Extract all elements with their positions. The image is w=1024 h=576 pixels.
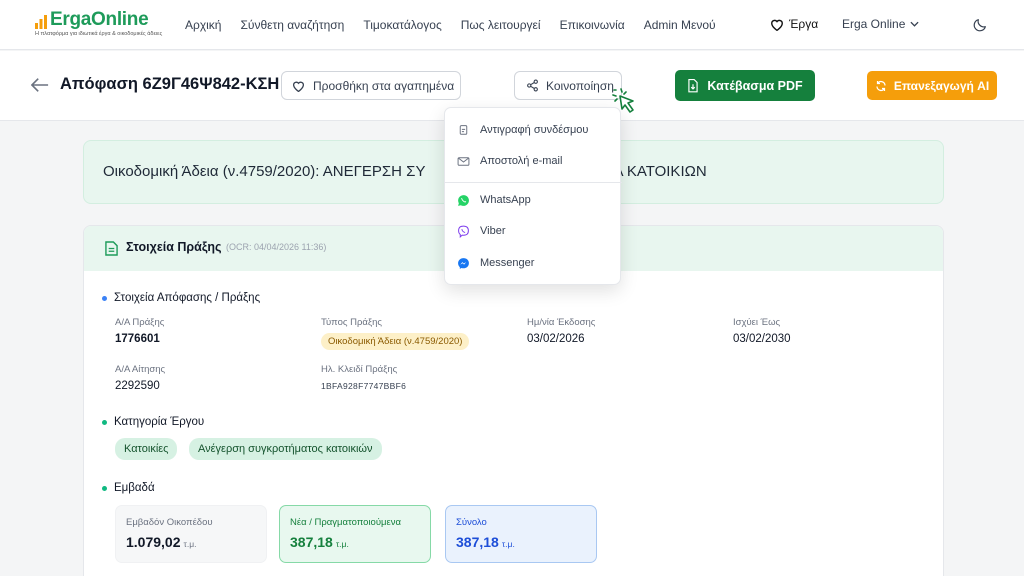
heart-icon [771, 19, 783, 31]
document-icon [105, 241, 118, 256]
refresh-icon [876, 80, 886, 91]
category-chip: Κατοικίες [115, 438, 178, 460]
messenger-icon [458, 257, 469, 269]
logo-bars-icon [35, 15, 47, 29]
area-value: 387,18 τ.μ. [290, 534, 420, 550]
section-dot [102, 295, 107, 301]
aa-praxis-label: Α/Α Πράξης [115, 317, 165, 328]
share-menu: Αντιγραφή συνδέσμου Αποστολή e-mail What… [444, 107, 622, 285]
area-plot-box: Εμβαδόν Οικοπέδου 1.079,02 τ.μ. [115, 505, 267, 563]
area-value: 387,18 τ.μ. [456, 534, 586, 550]
page-title: Απόφαση 6Ζ9Γ46Ψ842-ΚΣΗ [60, 75, 280, 93]
download-pdf-button[interactable]: Κατέβασμα PDF [675, 70, 815, 101]
menu-item-label: Messenger [480, 257, 535, 269]
issue-date-value: 03/02/2026 [527, 333, 585, 345]
pdf-label: Κατέβασμα PDF [707, 78, 803, 93]
copy-link-icon [459, 124, 468, 135]
menu-item-label: Αποστολή e-mail [480, 155, 563, 167]
menu-item-label: Viber [480, 225, 506, 237]
share-menu-item-messenger[interactable]: Messenger [445, 248, 622, 278]
nav-link-contact[interactable]: Επικοινωνία [560, 18, 625, 32]
section-category-title: Κατηγορία Έργου [102, 416, 204, 428]
section-decision-title: Στοιχεία Απόφασης / Πράξης [102, 292, 260, 304]
nav-link-erga[interactable]: Έργα [770, 17, 818, 31]
area-number: 387,18 [456, 534, 499, 550]
file-download-icon [688, 78, 699, 92]
area-label: Εμβαδόν Οικοπέδου [126, 517, 213, 528]
area-label: Νέα / Πραγματοποιούμενα [290, 517, 401, 528]
valid-until-label: Ισχύει Έως [733, 317, 781, 328]
banner-text-tail: Α ΚΑΤΟΙΚΙΩΝ [613, 163, 707, 180]
brand-logo[interactable]: ErgaOnline Η πλατφόρμα για ιδιωτικά έργα… [35, 9, 165, 41]
share-label: Κοινοποίηση [546, 78, 614, 93]
nav-link-home[interactable]: Αρχική [185, 18, 221, 32]
menu-item-label: Αντιγραφή συνδέσμου [480, 124, 589, 136]
share-icon [527, 79, 538, 92]
section-dot [102, 419, 107, 425]
area-label: Σύνολο [456, 517, 487, 528]
menu-divider [445, 182, 622, 183]
aa-praxis-value: 1776601 [115, 333, 160, 345]
typos-label: Τύπος Πράξης [321, 317, 382, 328]
viber-icon [458, 225, 469, 238]
brand-name: ErgaOnline [50, 9, 149, 30]
section-decision-label: Στοιχεία Απόφασης / Πράξης [114, 292, 261, 304]
category-chip: Ανέγερση συγκροτήματος κατοικιών [189, 438, 382, 460]
whatsapp-icon [458, 194, 469, 206]
area-number: 1.079,02 [126, 534, 181, 550]
key-value: 1BFA928F7747BBF6 [321, 381, 407, 391]
organization-select[interactable]: Erga Online [842, 17, 919, 31]
banner-text-head: Οικοδομική Άδεια (ν.4759/2020): ΑΝΕΓΕΡΣΗ… [103, 163, 426, 180]
nav-link-advanced-search[interactable]: Σύνθετη αναζήτηση [240, 18, 344, 32]
area-new-box: Νέα / Πραγματοποιούμενα 387,18 τ.μ. [279, 505, 431, 563]
erga-label: Έργα [789, 17, 819, 31]
brand-tagline: Η πλατφόρμα για ιδιωτικά έργα & οικοδομι… [35, 31, 163, 37]
nav-link-admin[interactable]: Admin Μενού [644, 18, 716, 32]
area-unit: τ.μ. [335, 539, 349, 549]
main-menu: Αρχική Σύνθετη αναζήτηση Τιμοκατάλογος Π… [185, 0, 735, 50]
area-unit: τ.μ. [183, 539, 197, 549]
share-menu-item-email[interactable]: Αποστολή e-mail [445, 146, 622, 176]
card-title: Στοιχεία Πράξης [126, 240, 222, 254]
top-navigation: ErgaOnline Η πλατφόρμα για ιδιωτικά έργα… [0, 0, 1024, 50]
issue-date-label: Ημ/νία Έκδοσης [527, 317, 596, 328]
key-label: Ηλ. Κλειδί Πράξης [321, 364, 398, 375]
back-arrow-icon[interactable] [31, 77, 49, 93]
section-dot [102, 485, 107, 491]
re-extract-ai-button[interactable]: Επανεξαγωγή AI [867, 71, 997, 100]
org-label: Erga Online [842, 17, 906, 31]
mail-icon [457, 156, 470, 166]
valid-until-value: 03/02/2030 [733, 333, 791, 345]
share-menu-item-viber[interactable]: Viber [445, 216, 622, 246]
menu-item-label: WhatsApp [480, 194, 531, 206]
section-areas-title: Εμβαδά [102, 482, 155, 494]
chevron-down-icon [910, 21, 919, 27]
section-areas-label: Εμβαδά [114, 482, 155, 494]
area-value: 1.079,02 τ.μ. [126, 534, 256, 550]
share-button[interactable]: Κοινοποίηση [514, 71, 622, 100]
pointer-cursor-icon [612, 88, 634, 113]
area-number: 387,18 [290, 534, 333, 550]
ai-label: Επανεξαγωγή AI [893, 78, 990, 93]
aa-aitisis-value: 2292590 [115, 380, 160, 392]
heart-icon [292, 81, 305, 92]
typos-badge: Οικοδομική Άδεια (ν.4759/2020) [321, 333, 470, 350]
add-to-favorites-button[interactable]: Προσθήκη στα αγαπημένα [281, 71, 461, 100]
dark-mode-toggle-icon[interactable] [972, 17, 988, 33]
section-category-label: Κατηγορία Έργου [114, 416, 205, 428]
share-menu-item-copy-link[interactable]: Αντιγραφή συνδέσμου [445, 115, 622, 145]
ocr-timestamp: (OCR: 04/04/2026 11:36) [226, 242, 327, 252]
favorite-label: Προσθήκη στα αγαπημένα [313, 78, 455, 93]
nav-link-how-it-works[interactable]: Πως λειτουργεί [461, 18, 541, 32]
area-unit: τ.μ. [501, 539, 515, 549]
area-total-box: Σύνολο 387,18 τ.μ. [445, 505, 597, 563]
aa-aitisis-label: Α/Α Αίτησης [115, 364, 166, 375]
nav-link-pricing[interactable]: Τιμοκατάλογος [363, 18, 441, 32]
share-menu-item-whatsapp[interactable]: WhatsApp [445, 185, 622, 215]
